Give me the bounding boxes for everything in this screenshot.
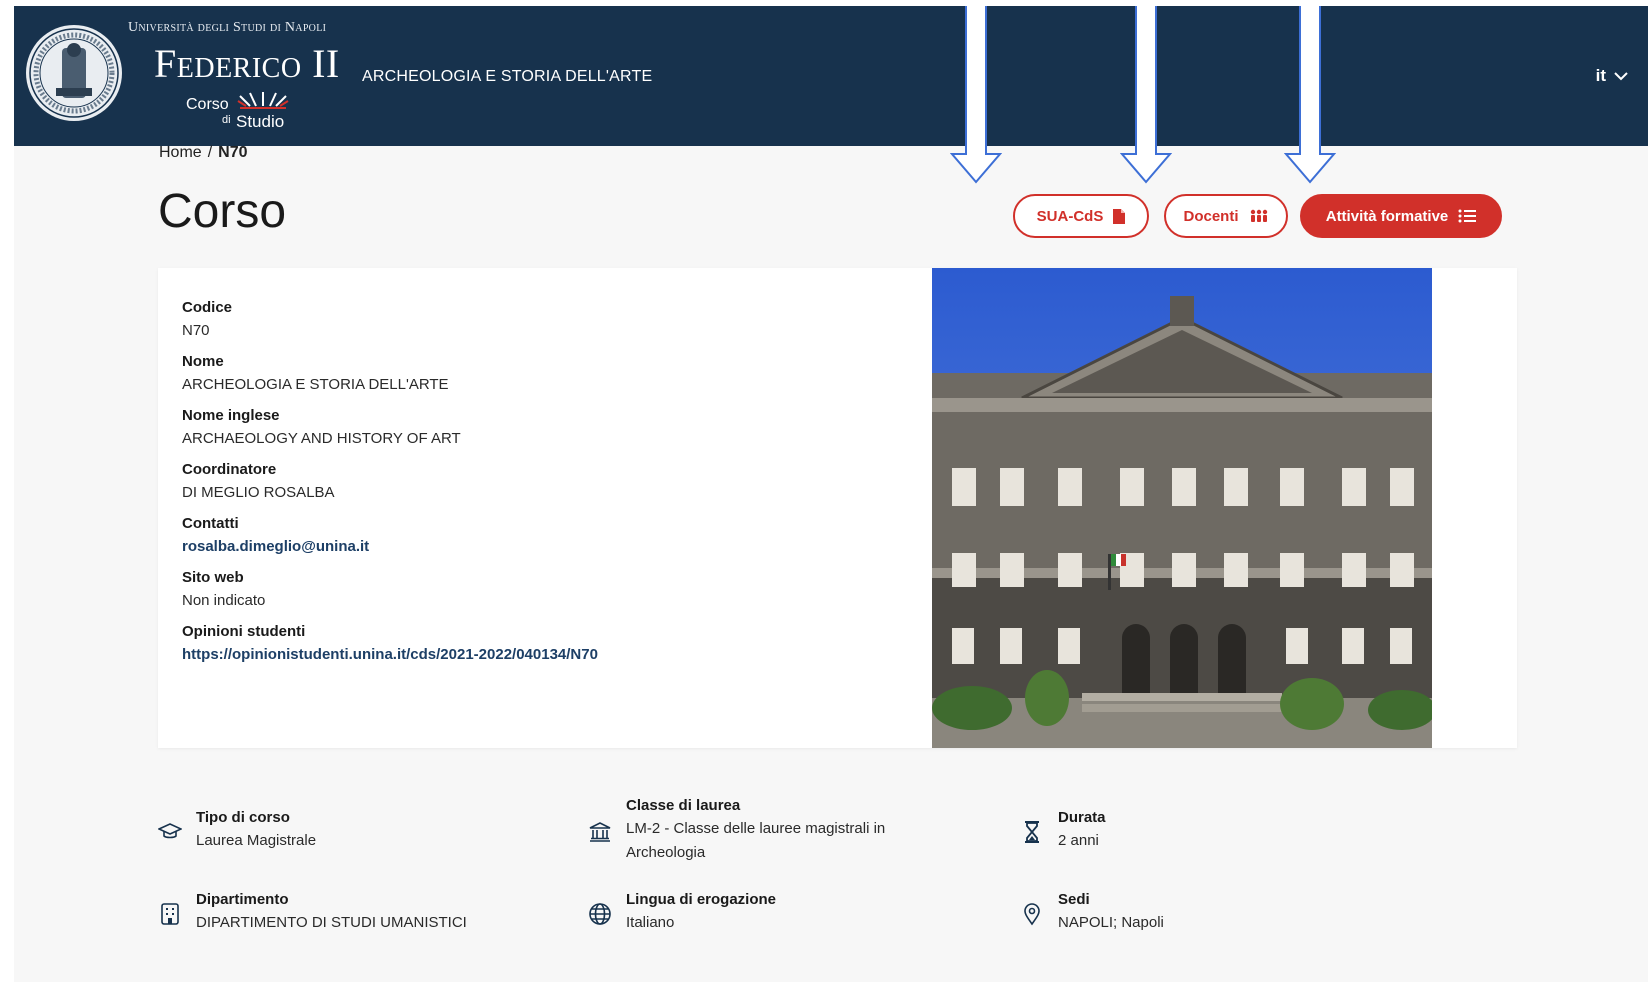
fact-durata: Durata 2 anni (1020, 806, 1106, 853)
graduation-cap-icon (158, 823, 182, 839)
fact-classe-di-laurea: Classe di laurea LM-2 - Classe delle lau… (588, 794, 885, 865)
course-details-list: Codice N70 Nome ARCHEOLOGIA E STORIA DEL… (182, 296, 902, 674)
detail-nome: Nome ARCHEOLOGIA E STORIA DELL'ARTE (182, 350, 902, 396)
attivita-formative-button-label: Attività formative (1325, 207, 1449, 225)
detail-label: Opinioni studenti (182, 623, 306, 640)
detail-label: Coordinatore (182, 461, 277, 478)
university-building-photo (932, 268, 1432, 748)
cds-studio-text: Studio (236, 112, 285, 131)
detail-nome-inglese: Nome inglese ARCHAEOLOGY AND HISTORY OF … (182, 404, 902, 450)
docenti-button[interactable]: Docenti (1164, 194, 1288, 238)
annotation-arrow-down-icon (1284, 6, 1336, 184)
language-selector[interactable]: it (1596, 66, 1628, 86)
fact-label: Classe di laurea (626, 797, 741, 814)
sua-cds-button-label: SUA-CdS (1036, 207, 1104, 225)
location-pin-icon (1024, 903, 1040, 926)
chevron-down-icon (1614, 72, 1628, 81)
fact-dipartimento: Dipartimento DIPARTIMENTO DI STUDI UMANI… (158, 888, 467, 935)
institution-icon (589, 822, 611, 842)
annotation-arrow-down-icon (1120, 6, 1172, 184)
attivita-formative-button[interactable]: Attività formative (1300, 194, 1502, 238)
detail-value: DI MEGLIO ROSALBA (182, 484, 335, 501)
university-name: Università degli Studi di Napoli (128, 20, 327, 35)
fact-value: DIPARTIMENTO DI STUDI UMANISTICI (196, 914, 467, 931)
detail-codice: Codice N70 (182, 296, 902, 342)
email-link[interactable]: rosalba.dimeglio@unina.it (182, 535, 902, 558)
fact-label: Sedi (1058, 891, 1090, 908)
fact-tipo-di-corso: Tipo di corso Laurea Magistrale (158, 806, 316, 853)
cds-corso-text: Corso (186, 96, 229, 113)
list-icon (1458, 209, 1477, 223)
breadcrumb: Home / N70 (159, 144, 248, 162)
detail-label: Nome inglese (182, 407, 280, 424)
detail-label: Contatti (182, 515, 239, 532)
building-icon (161, 903, 179, 925)
detail-label: Sito web (182, 569, 244, 586)
detail-value: N70 (182, 322, 210, 339)
university-seal-logo[interactable] (24, 18, 124, 128)
file-icon (1113, 208, 1126, 224)
university-name-large: Federico II (154, 41, 340, 86)
breadcrumb-current: N70 (218, 144, 248, 161)
globe-icon (589, 903, 611, 925)
fact-value-continued: Archeologia (626, 844, 706, 861)
fact-label: Durata (1058, 809, 1106, 826)
corso-di-studio-fan-icon (237, 92, 289, 109)
fact-sedi: Sedi NAPOLI; Napoli (1020, 888, 1164, 935)
breadcrumb-separator: / (207, 144, 213, 161)
fact-lingua-di-erogazione: Lingua di erogazione Italiano (588, 888, 776, 935)
detail-sito-web: Sito web Non indicato (182, 566, 902, 612)
detail-coordinatore: Coordinatore DI MEGLIO ROSALBA (182, 458, 902, 504)
fact-label: Lingua di erogazione (626, 891, 777, 908)
detail-value: Non indicato (182, 592, 266, 609)
detail-value: ARCHEOLOGIA E STORIA DELL'ARTE (182, 376, 449, 393)
cds-di-text: di (222, 114, 231, 126)
fact-value: Laurea Magistrale (196, 832, 317, 849)
detail-value: ARCHAEOLOGY AND HISTORY OF ART (182, 430, 461, 447)
fact-label: Dipartimento (196, 891, 289, 908)
course-info-card: Codice N70 Nome ARCHEOLOGIA E STORIA DEL… (158, 268, 1517, 748)
detail-opinioni-studenti: Opinioni studenti https://opinionistuden… (182, 620, 902, 666)
detail-label: Codice (182, 299, 233, 316)
page-frame: Università degli Studi di Napoli Federic… (14, 6, 1648, 982)
docenti-button-label: Docenti (1183, 207, 1239, 225)
fact-value: Italiano (626, 914, 675, 931)
breadcrumb-home-link[interactable]: Home (159, 144, 202, 161)
detail-contatti: Contatti rosalba.dimeglio@unina.it (182, 512, 902, 558)
sua-cds-button[interactable]: SUA-CdS (1013, 194, 1149, 238)
people-group-icon (1250, 209, 1267, 222)
header-course-title: ARCHEOLOGIA E STORIA DELL'ARTE (362, 68, 653, 85)
language-label: it (1595, 66, 1606, 85)
fact-value: 2 anni (1058, 832, 1099, 849)
fact-value: LM-2 - Classe delle lauree magistrali in (626, 820, 886, 837)
hourglass-icon (1025, 821, 1039, 843)
detail-label: Nome (182, 353, 224, 370)
fact-value: NAPOLI; Napoli (1058, 914, 1164, 931)
fact-label: Tipo di corso (196, 809, 290, 826)
annotation-arrow-down-icon (950, 6, 1002, 184)
page-title: Corso (158, 185, 287, 238)
site-header: Università degli Studi di Napoli Federic… (14, 6, 1648, 146)
opinioni-studenti-link[interactable]: https://opinionistudenti.unina.it/cds/20… (182, 643, 902, 666)
